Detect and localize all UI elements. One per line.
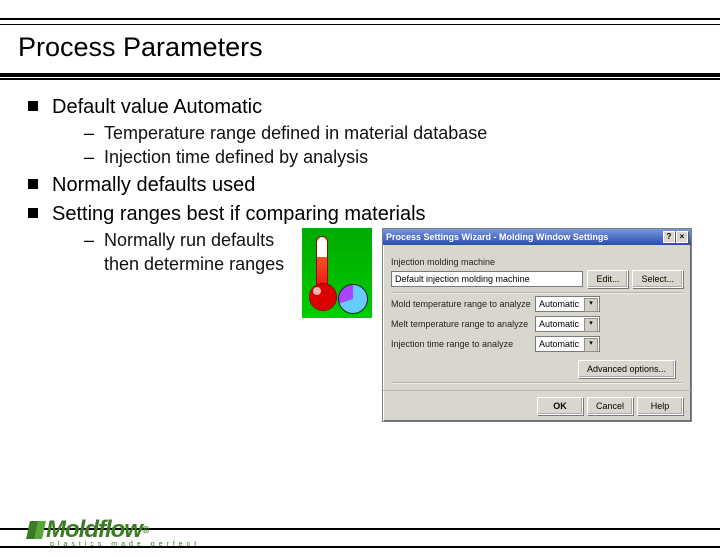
bullet-item: Setting ranges best if comparing materia… [28,201,692,422]
dialog-help-button[interactable]: ? [663,231,675,243]
logo-mark-icon [26,521,46,539]
slide-title: Process Parameters [18,32,706,63]
sub-bullet-row: Normally run defaults then determine ran… [52,228,692,422]
machine-field[interactable]: Default injection molding machine [391,271,583,287]
help-button[interactable]: Help [637,397,683,415]
row-label: Injection time range to analyze [391,338,531,350]
advanced-options-button[interactable]: Advanced options... [578,360,675,378]
dialog-title-text: Process Settings Wizard - Molding Window… [386,231,608,243]
footer: Moldflow ® plastics made perfect [0,498,720,548]
dialog-close-button[interactable]: × [676,231,688,243]
dialog-body: Injection molding machine Default inject… [383,245,691,390]
bullet-text: Default value Automatic [52,96,262,118]
thermometer-gleam-icon [313,287,321,295]
thermometer-tube-icon [316,236,328,290]
row-label: Melt temperature range to analyze [391,318,531,330]
pie-chart-icon [338,284,368,314]
thermometer-graphic [302,228,372,318]
sub-bullet-item: Injection time defined by analysis [52,145,692,169]
injection-time-combo[interactable]: Automatic [535,336,600,352]
machine-label: Injection molding machine [391,256,683,268]
divider [391,292,683,294]
sub-bullet-item: Temperature range defined in material da… [52,121,692,145]
divider [391,382,683,384]
melt-temp-combo[interactable]: Automatic [535,316,600,332]
process-settings-dialog: Process Settings Wizard - Molding Window… [382,228,692,422]
ok-button[interactable]: OK [537,397,583,415]
content-area: Default value Automatic Temperature rang… [0,80,720,422]
logo-tagline: plastics made perfect [50,541,200,548]
logo-area: Moldflow ® plastics made perfect [28,516,200,548]
bullet-text: Setting ranges best if comparing materia… [52,203,426,225]
select-button[interactable]: Select... [632,270,683,288]
row-label: Mold temperature range to analyze [391,298,531,310]
cancel-button[interactable]: Cancel [587,397,633,415]
sub-bullet-text: Normally run defaults then determine ran… [104,228,292,277]
dialog-button-row: OK Cancel Help [383,390,691,421]
mold-temp-combo[interactable]: Automatic [535,296,600,312]
header-bar: Process Parameters [0,18,720,80]
edit-button[interactable]: Edit... [587,270,628,288]
dialog-title-bar: Process Settings Wizard - Molding Window… [383,229,691,245]
bullet-item: Normally defaults used [28,172,692,199]
registered-mark: ® [142,525,148,536]
thermometer-bulb-icon [309,283,337,311]
bullet-item: Default value Automatic Temperature rang… [28,94,692,170]
